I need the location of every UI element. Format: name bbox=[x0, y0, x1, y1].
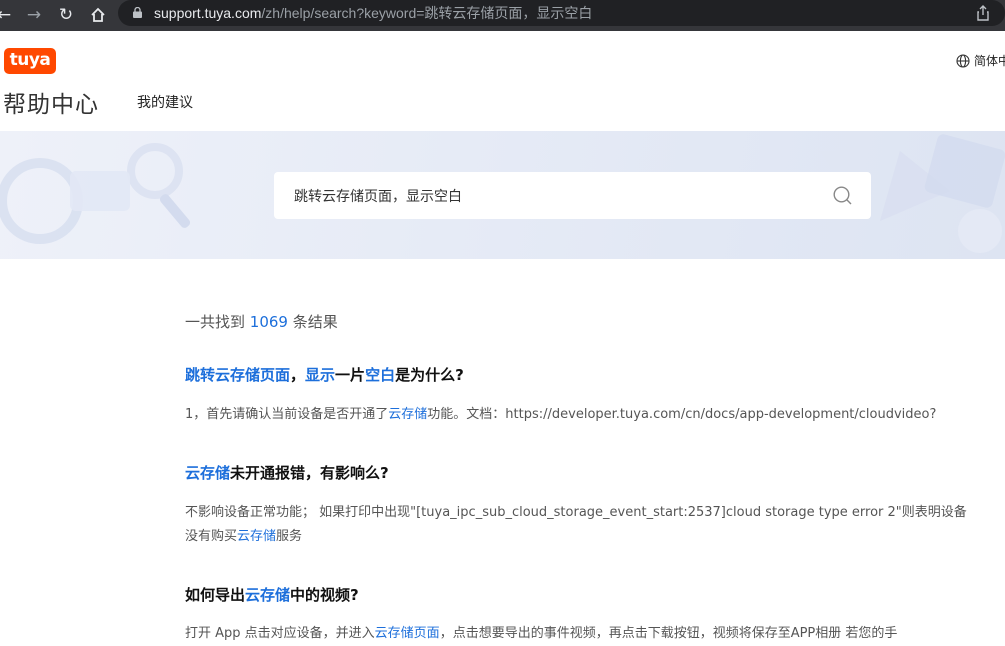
back-icon[interactable]: ← bbox=[0, 3, 16, 27]
language-label: 简体中 bbox=[974, 54, 1005, 68]
nav-suggest-link[interactable]: 我的建议 bbox=[137, 92, 193, 112]
result-snippet: 不影响设备正常功能； 如果打印中出现"[tuya_ipc_sub_cloud_s… bbox=[185, 501, 975, 549]
plain-text: 1，首先请确认当前设备是否开通了 bbox=[185, 407, 389, 422]
result-title[interactable]: 云存储未开通报错，有影响么? bbox=[185, 462, 389, 483]
lock-icon bbox=[133, 7, 142, 18]
search-icon[interactable] bbox=[833, 186, 852, 205]
highlight-text: 云存储页面 bbox=[374, 626, 440, 641]
plain-text: ， bbox=[290, 366, 306, 384]
address-bar[interactable]: support.tuya.com/zh/help/search?keyword=… bbox=[118, 0, 1005, 26]
tuya-logo[interactable]: tuya bbox=[4, 48, 56, 74]
url-text: support.tuya.com/zh/help/search?keyword=… bbox=[154, 3, 592, 23]
count-prefix: 一共找到 bbox=[185, 313, 250, 331]
count-suffix: 条结果 bbox=[287, 313, 338, 331]
plain-text: 是为什么? bbox=[395, 366, 464, 384]
plain-text: 如何导出 bbox=[185, 586, 246, 604]
site-header: tuya 帮助中心 我的建议 简体中 bbox=[0, 31, 1005, 131]
highlight-text: 空白 bbox=[365, 366, 396, 384]
globe-icon bbox=[956, 53, 970, 68]
language-selector[interactable]: 简体中 bbox=[956, 52, 1005, 69]
browser-toolbar: ← → ↻ support.tuya.com/zh/help/search?ke… bbox=[0, 0, 1005, 31]
plain-text: 未开通报错，有影响么? bbox=[230, 464, 389, 482]
search-banner bbox=[0, 131, 1005, 259]
result-snippet: 打开 App 点击对应设备，并进入云存储页面，点击想要导出的事件视频，再点击下载… bbox=[185, 622, 975, 646]
highlight-text: 显示 bbox=[305, 366, 336, 384]
home-icon[interactable] bbox=[86, 3, 110, 27]
page-title[interactable]: 帮助中心 bbox=[3, 85, 99, 119]
result-title[interactable]: 跳转云存储页面，显示一片空白是为什么? bbox=[185, 364, 464, 385]
plain-text: 打开 App 点击对应设备，并进入 bbox=[185, 626, 375, 641]
share-icon[interactable] bbox=[976, 5, 990, 21]
highlight-text: 云存储 bbox=[245, 586, 291, 604]
plain-text: 服务 bbox=[276, 529, 303, 544]
url-host: support.tuya.com bbox=[154, 5, 262, 21]
highlight-text: 云存储 bbox=[237, 529, 277, 544]
highlight-text: 云存储 bbox=[388, 407, 428, 422]
search-box[interactable] bbox=[274, 172, 871, 219]
reload-icon[interactable]: ↻ bbox=[54, 3, 78, 27]
plain-text: 不影响设备正常功能； 如果打印中出现"[tuya_ipc_sub_cloud_s… bbox=[185, 505, 967, 544]
result-snippet: 1，首先请确认当前设备是否开通了云存储功能。文档：https://develop… bbox=[185, 403, 975, 427]
plain-text: ，点击想要导出的事件视频，再点击下载按钮，视频将保存至APP相册 若您的手 bbox=[439, 626, 898, 641]
highlight-text: 云存储 bbox=[185, 464, 231, 482]
highlight-text: 跳转云存储页面 bbox=[185, 366, 291, 384]
result-count: 一共找到 1069 条结果 bbox=[185, 311, 338, 332]
plain-text: 功能。文档：https://developer.tuya.com/cn/docs… bbox=[427, 407, 937, 422]
count-number: 1069 bbox=[249, 313, 288, 331]
plain-text: 一片 bbox=[335, 366, 366, 384]
result-title[interactable]: 如何导出云存储中的视频? bbox=[185, 584, 359, 605]
search-input[interactable] bbox=[294, 172, 814, 219]
plain-text: 中的视频? bbox=[290, 586, 359, 604]
forward-icon[interactable]: → bbox=[22, 3, 46, 27]
url-path: /zh/help/search?keyword=跳转云存储页面，显示空白 bbox=[261, 5, 593, 21]
